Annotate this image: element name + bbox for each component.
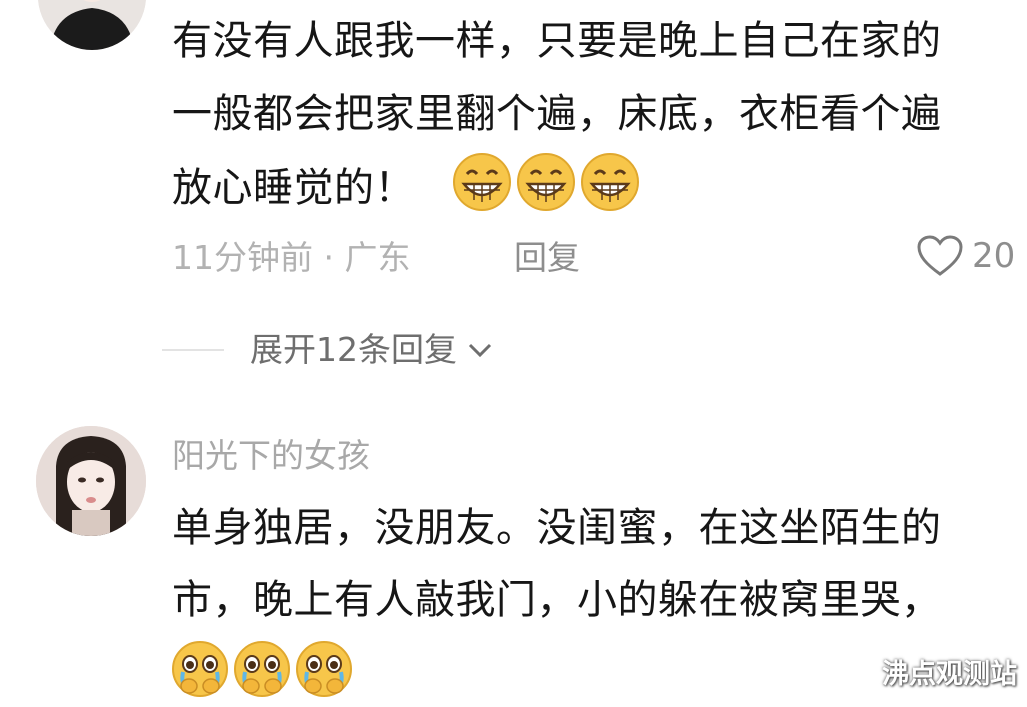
heart-icon <box>917 235 963 276</box>
expand-replies-button[interactable]: 展开12条回复 <box>250 328 493 372</box>
expand-replies-label: 展开12条回复 <box>250 330 457 369</box>
comment2-text-line: 市，晚上有人敲我门，小的躲在被窝里哭， <box>172 577 942 623</box>
comment1-like-button[interactable]: 20 <box>916 234 1015 278</box>
comment1-text-line: 有没有人跟我一样，只要是晚上自己在家的 <box>172 18 942 64</box>
pleading-crying-face-icon <box>234 641 290 697</box>
comment1-text-line: 一般都会把家里翻个遍，床底，衣柜看个遍 <box>172 91 942 137</box>
chevron-down-icon <box>468 343 492 358</box>
comment1-time-location: 11分钟前 · 广东 <box>172 238 411 277</box>
comment1-avatar[interactable] <box>38 0 146 50</box>
grinning-face-icon <box>453 153 511 211</box>
comment2-username[interactable]: 阳光下的女孩 <box>172 434 370 478</box>
comment1-like-count: 20 <box>972 236 1016 276</box>
comment1-text-line: 放心睡觉的！ <box>172 165 415 211</box>
watermark: 沸点观测站 <box>882 659 1017 690</box>
comment1-emoji-row <box>452 152 640 212</box>
comment2-emoji-row <box>171 640 353 698</box>
pleading-crying-face-icon <box>172 641 228 697</box>
grinning-face-icon <box>517 153 575 211</box>
comment2-avatar[interactable] <box>36 426 146 536</box>
expand-divider <box>162 349 224 351</box>
pleading-crying-face-icon <box>296 641 352 697</box>
comment2-text-line: 单身独居，没朋友。没闺蜜，在这坐陌生的 <box>172 505 942 551</box>
comment1-reply-button[interactable]: 回复 <box>514 236 580 280</box>
grinning-face-icon <box>581 153 639 211</box>
